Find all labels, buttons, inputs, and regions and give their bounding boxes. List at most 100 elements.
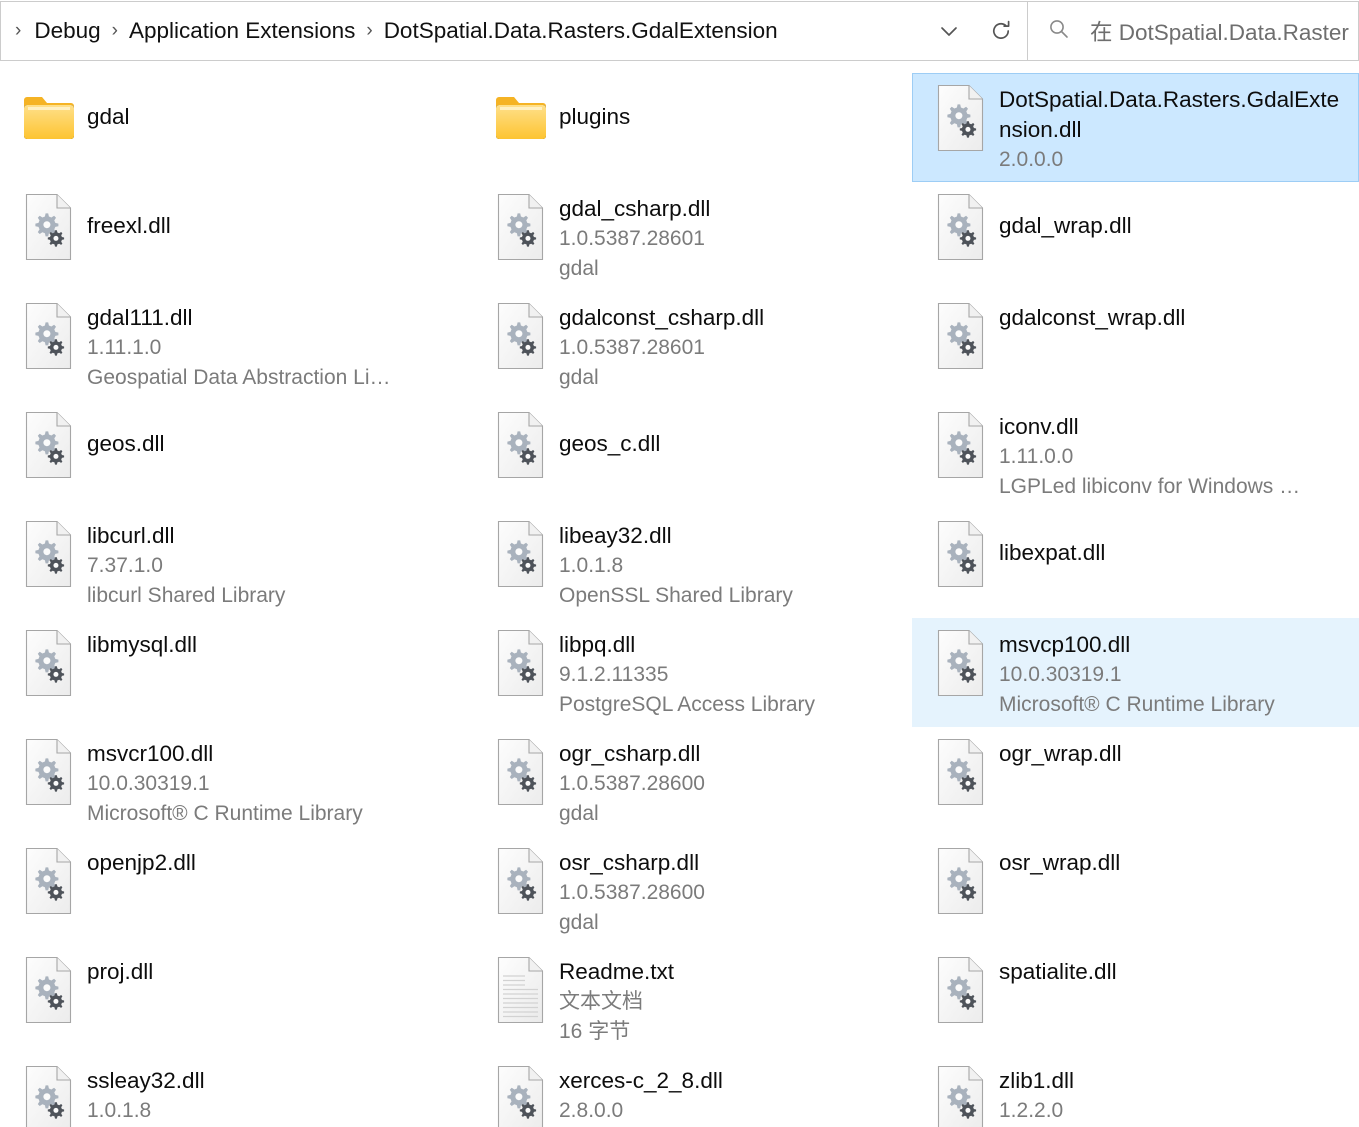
file-name: iconv.dll <box>999 414 1079 439</box>
file-item[interactable]: osr_wrap.dll <box>912 836 1359 945</box>
file-row: proj.dll Readme.txt 文本文档 16 字节 spatialit… <box>0 945 1359 1054</box>
txt-icon <box>491 952 551 1028</box>
breadcrumb-item[interactable]: Application Extensions <box>125 15 359 47</box>
file-item-labels: openjp2.dll <box>79 843 463 878</box>
file-row: geos.dll geos_c.dll iconv.dll 1.11.0.0 L… <box>0 400 1359 509</box>
dll-icon <box>19 625 79 701</box>
file-name: msvcp100.dll <box>999 632 1131 657</box>
file-item[interactable]: geos_c.dll <box>472 400 912 509</box>
address-bar[interactable]: › Debug › Application Extensions › DotSpatial… <box>0 1 1028 61</box>
file-item[interactable]: msvcp100.dll 10.0.30319.1 Microsoft® C Run… <box>912 618 1359 727</box>
chevron-down-icon <box>936 18 962 44</box>
file-item-labels: libeay32.dll 1.0.1.8 OpenSSL Shared Librar… <box>551 516 903 611</box>
file-item[interactable]: DotSpatial.Data.Rasters.GdalExtension.dl… <box>912 73 1359 182</box>
file-name: gdal111.dll <box>87 305 193 330</box>
file-item[interactable]: gdalconst_wrap.dll <box>912 291 1359 400</box>
breadcrumb-separator: › <box>111 20 118 41</box>
file-version: 1.0.5387.28601 <box>559 336 705 359</box>
search-input-placeholder[interactable]: 在 DotSpatial.Data.Raster <box>1090 15 1349 47</box>
address-history-dropdown-button[interactable] <box>923 2 975 60</box>
file-version: 文本文档 <box>559 990 643 1013</box>
file-item[interactable]: libexpat.dll <box>912 509 1359 618</box>
file-name: geos.dll <box>87 431 165 456</box>
file-name: osr_wrap.dll <box>999 850 1121 875</box>
file-item[interactable]: ssleay32.dll1.0.1.8OpenSSL Shared Librar… <box>0 1054 472 1127</box>
file-name: libpq.dll <box>559 632 636 657</box>
refresh-icon <box>988 18 1014 44</box>
file-item[interactable]: libmysql.dll <box>0 618 472 727</box>
breadcrumb[interactable]: › Debug › Application Extensions › DotSpatial… <box>1 15 923 47</box>
file-item-labels: gdal_wrap.dll <box>991 189 1350 241</box>
file-item[interactable]: msvcr100.dll 10.0.30319.1 Microsoft® C Run… <box>0 727 472 836</box>
breadcrumb-item[interactable]: Debug <box>30 15 104 47</box>
file-name: libexpat.dll <box>999 540 1106 565</box>
file-item[interactable]: gdal <box>0 73 472 182</box>
file-description: 16 字节 <box>559 1020 631 1043</box>
file-description: Geospatial Data Abstraction Li… <box>87 366 391 389</box>
file-item-labels: gdalconst_csharp.dll 1.0.5387.28601 gdal <box>551 298 903 393</box>
file-item[interactable]: proj.dll <box>0 945 472 1054</box>
file-item-labels: xerces-c_2_8.dll2.8.0.0Shared Library fo… <box>551 1061 903 1127</box>
file-item-labels: gdalconst_wrap.dll <box>991 298 1350 333</box>
file-item-labels: gdal_csharp.dll 1.0.5387.28601 gdal <box>551 189 903 284</box>
file-item-labels: geos_c.dll <box>551 407 903 459</box>
dll-icon <box>931 407 991 483</box>
file-item[interactable]: gdal111.dll 1.11.1.0 Geospatial Data Abstr… <box>0 291 472 400</box>
file-item[interactable]: ogr_wrap.dll <box>912 727 1359 836</box>
file-description: Microsoft® C Runtime Library <box>87 802 363 825</box>
file-row: gdal111.dll 1.11.1.0 Geospatial Data Abstr… <box>0 291 1359 400</box>
file-description: gdal <box>559 802 599 825</box>
file-item[interactable]: xerces-c_2_8.dll2.8.0.0Shared Library fo… <box>472 1054 912 1127</box>
file-name: gdalconst_wrap.dll <box>999 305 1186 330</box>
file-name: gdal <box>87 104 130 129</box>
file-description: Microsoft® C Runtime Library <box>999 693 1275 716</box>
file-item[interactable]: gdal_csharp.dll 1.0.5387.28601 gdal <box>472 182 912 291</box>
file-item[interactable]: osr_csharp.dll 1.0.5387.28600 gdal <box>472 836 912 945</box>
explorer-toolbar: › Debug › Application Extensions › DotSpatial… <box>0 0 1359 62</box>
dll-icon <box>491 189 551 265</box>
file-item[interactable]: libcurl.dll 7.37.1.0 libcurl Shared Librar… <box>0 509 472 618</box>
file-item-labels: libmysql.dll <box>79 625 463 660</box>
file-item[interactable]: openjp2.dll <box>0 836 472 945</box>
file-item-labels: libpq.dll 9.1.2.11335 PostgreSQL Access Li… <box>551 625 903 720</box>
file-name: xerces-c_2_8.dll <box>559 1068 723 1093</box>
file-item-labels: iconv.dll 1.11.0.0 LGPLed libiconv for Win… <box>991 407 1350 502</box>
dll-icon <box>931 952 991 1028</box>
file-name: spatialite.dll <box>999 959 1117 984</box>
dll-icon <box>931 189 991 265</box>
file-item-labels: ogr_wrap.dll <box>991 734 1350 769</box>
file-name: DotSpatial.Data.Rasters.GdalExtension.dl… <box>999 87 1340 142</box>
file-item-labels: spatialite.dll <box>991 952 1350 987</box>
file-item[interactable]: zlib1.dll1.2.2.0zlib data compression li… <box>912 1054 1359 1127</box>
file-item-labels: libcurl.dll 7.37.1.0 libcurl Shared Librar… <box>79 516 463 611</box>
file-item[interactable]: spatialite.dll <box>912 945 1359 1054</box>
file-item[interactable]: libpq.dll 9.1.2.11335 PostgreSQL Access Li… <box>472 618 912 727</box>
file-item[interactable]: geos.dll <box>0 400 472 509</box>
file-version: 1.0.5387.28600 <box>559 772 705 795</box>
file-item[interactable]: ogr_csharp.dll 1.0.5387.28600 gdal <box>472 727 912 836</box>
search-box[interactable]: 在 DotSpatial.Data.Raster <box>1028 1 1359 61</box>
file-row: openjp2.dll osr_csharp.dll 1.0.5387.28600… <box>0 836 1359 945</box>
file-item[interactable]: gdal_wrap.dll <box>912 182 1359 291</box>
file-item[interactable]: iconv.dll 1.11.0.0 LGPLed libiconv for Win… <box>912 400 1359 509</box>
file-item-labels: Readme.txt 文本文档 16 字节 <box>551 952 903 1047</box>
dll-icon <box>491 734 551 810</box>
dll-icon <box>931 1061 991 1127</box>
file-item-labels: proj.dll <box>79 952 463 987</box>
file-item[interactable]: plugins <box>472 73 912 182</box>
file-item-labels: plugins <box>551 80 903 132</box>
dll-icon <box>491 1061 551 1127</box>
file-name: proj.dll <box>87 959 154 984</box>
file-version: 1.11.1.0 <box>87 336 162 359</box>
refresh-button[interactable] <box>975 2 1027 60</box>
file-version: 2.0.0.0 <box>999 148 1064 171</box>
file-name: libeay32.dll <box>559 523 672 548</box>
file-item[interactable]: Readme.txt 文本文档 16 字节 <box>472 945 912 1054</box>
file-list-view[interactable]: gdal plugins DotSpatial.Data.Rasters.Gda… <box>0 62 1359 1127</box>
file-item[interactable]: libeay32.dll 1.0.1.8 OpenSSL Shared Librar… <box>472 509 912 618</box>
file-description: gdal <box>559 257 599 280</box>
file-item[interactable]: gdalconst_csharp.dll 1.0.5387.28601 gdal <box>472 291 912 400</box>
breadcrumb-item[interactable]: DotSpatial.Data.Rasters.GdalExtension <box>380 15 782 47</box>
file-item[interactable]: freexl.dll <box>0 182 472 291</box>
search-icon <box>1046 16 1072 47</box>
